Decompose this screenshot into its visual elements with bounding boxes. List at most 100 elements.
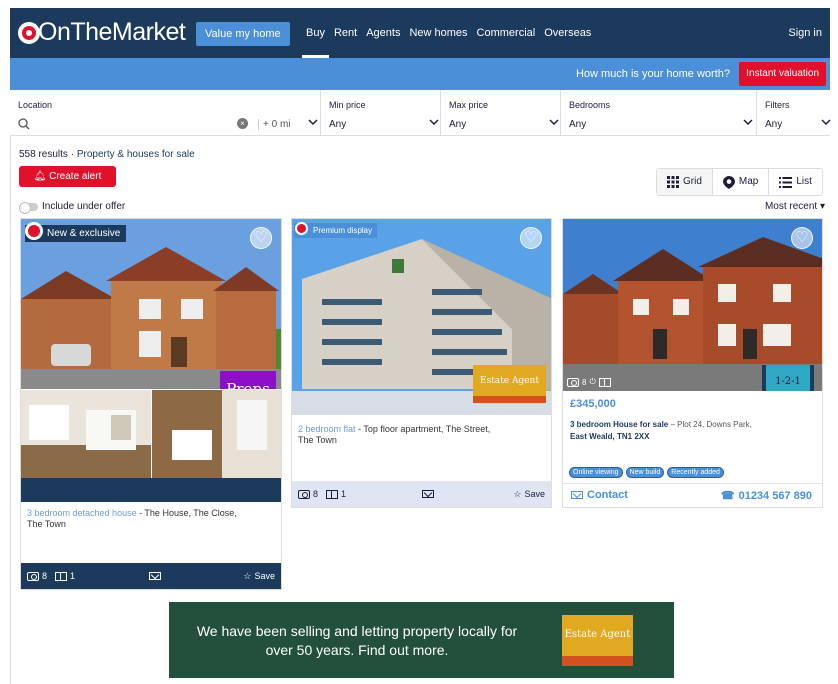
clear-location-icon[interactable]: × bbox=[237, 118, 248, 129]
agent-logo: Estate Agent bbox=[473, 365, 546, 403]
photo-count-value: 8 bbox=[313, 489, 319, 499]
site-header: OnTheMarket Value my home Buy Rent Agent… bbox=[10, 8, 830, 58]
filters-label: Filters bbox=[765, 100, 790, 110]
contact-button[interactable]: Contact bbox=[571, 489, 628, 501]
nav-rent[interactable]: Rent bbox=[334, 8, 357, 58]
card-footer: 8 1 ☆ Save bbox=[292, 481, 551, 507]
listing-description: 2 bedroom flat - Top floor apartment, Th… bbox=[298, 424, 546, 446]
results-count: 558 results bbox=[19, 149, 68, 160]
photo-count-value: 8 bbox=[42, 571, 48, 581]
tag-new-build: New build bbox=[625, 467, 665, 478]
more-filters[interactable]: Filters Any bbox=[756, 90, 831, 136]
favourite-heart-icon[interactable] bbox=[250, 227, 272, 249]
listing-title[interactable]: 3 bedroom House for sale bbox=[570, 420, 668, 429]
results-title: Property & houses for sale bbox=[76, 149, 195, 160]
location-label: Location bbox=[18, 100, 53, 110]
phone-link[interactable]: ☎︎ 01234 567 890 bbox=[720, 489, 812, 503]
sign-in-link[interactable]: Sign in bbox=[788, 8, 822, 58]
max-price-label: Max price bbox=[449, 100, 489, 110]
nav-overseas[interactable]: Overseas bbox=[544, 8, 591, 58]
toggle-switch[interactable] bbox=[19, 201, 38, 214]
chevron-down-icon bbox=[821, 119, 831, 126]
property-photo-main[interactable]: Premium display Estate Agent bbox=[292, 219, 551, 415]
bedrooms-label: Bedrooms bbox=[569, 100, 611, 110]
email-icon[interactable] bbox=[149, 572, 162, 580]
logo-text: OnTheMarket bbox=[38, 18, 186, 46]
min-price-value: Any bbox=[329, 119, 347, 130]
nav-new-homes[interactable]: New homes bbox=[409, 8, 467, 58]
tag-online-viewing: Online viewing bbox=[569, 467, 623, 478]
property-photo-bathroom[interactable] bbox=[152, 390, 281, 478]
agent-logo: 1-2-1 bbox=[762, 365, 814, 391]
results-separator: · bbox=[70, 149, 75, 160]
save-label: Save bbox=[254, 571, 275, 581]
email-icon bbox=[571, 491, 583, 499]
nav-buy[interactable]: Buy bbox=[302, 8, 329, 58]
radius-select[interactable]: + 0 mi bbox=[258, 119, 291, 130]
email-icon[interactable] bbox=[422, 490, 435, 498]
listing-title-link[interactable]: 2 bedroom flat bbox=[298, 424, 356, 434]
logo[interactable]: OnTheMarket bbox=[18, 18, 186, 47]
max-price-value: Any bbox=[449, 119, 467, 130]
logo-pin-icon bbox=[18, 21, 40, 44]
contact-label: Contact bbox=[587, 489, 628, 501]
listing-description: 3 bedroom House for sale – Plot 24, Down… bbox=[570, 419, 810, 443]
property-card[interactable]: 1-2-1 8 ⏻ £345,000 3 bedroom House for s… bbox=[562, 218, 823, 508]
property-photo-main[interactable]: 1-2-1 8 ⏻ bbox=[563, 219, 822, 391]
agent-logo: Props bbox=[220, 371, 276, 389]
nav-agents[interactable]: Agents bbox=[366, 8, 400, 58]
favourite-heart-icon[interactable] bbox=[520, 227, 542, 249]
map-view-tab[interactable]: Map bbox=[711, 169, 768, 195]
create-alert-button[interactable]: 🔔︎ Create alert bbox=[19, 166, 116, 187]
floorplan-count: 1 bbox=[55, 571, 75, 581]
property-card[interactable]: New & exclusive Props 3 bedroom detached… bbox=[20, 218, 282, 590]
property-photo-kitchen[interactable] bbox=[21, 390, 151, 478]
floorplan-icon bbox=[326, 489, 339, 499]
save-button[interactable]: ☆ Save bbox=[513, 489, 545, 500]
card-footer: Contact ☎︎ 01234 567 890 bbox=[563, 483, 822, 507]
property-card[interactable]: Premium display Estate Agent 2 bedroom f… bbox=[291, 218, 552, 508]
floorplan-icon bbox=[598, 377, 611, 387]
star-icon: ☆ bbox=[513, 488, 522, 499]
phone-icon: ☎︎ bbox=[720, 490, 735, 502]
listing-town: The Town bbox=[27, 519, 66, 529]
chevron-down-icon bbox=[308, 119, 318, 126]
view-switcher: Grid Map List bbox=[656, 168, 823, 196]
nav-commercial[interactable]: Commercial bbox=[477, 8, 536, 58]
listing-price: £345,000 bbox=[570, 398, 616, 410]
property-photo-main[interactable]: New & exclusive Props bbox=[21, 219, 281, 389]
under-offer-label: Include under offer bbox=[42, 201, 126, 212]
star-icon: ☆ bbox=[243, 570, 252, 581]
main-nav: Buy Rent Agents New homes Commercial Ove… bbox=[302, 8, 600, 58]
listing-title-link[interactable]: 3 bedroom detached house bbox=[27, 508, 137, 518]
instant-valuation-button[interactable]: Instant valuation bbox=[739, 62, 826, 86]
under-offer-toggle[interactable]: Include under offer bbox=[19, 201, 126, 214]
photo-count: 8 bbox=[27, 571, 47, 581]
promo-text: We have been selling and letting propert… bbox=[196, 623, 518, 658]
valuation-bar: How much is your home worth? Instant val… bbox=[10, 58, 830, 90]
floorplan-icon bbox=[55, 571, 68, 581]
agent-promo-banner[interactable]: We have been selling and letting propert… bbox=[169, 602, 674, 678]
save-button[interactable]: ☆ Save bbox=[243, 571, 275, 582]
map-pin-icon bbox=[722, 175, 735, 189]
favourite-heart-icon[interactable] bbox=[791, 227, 813, 249]
min-price-filter[interactable]: Min price Any bbox=[320, 90, 440, 136]
max-price-filter[interactable]: Max price Any bbox=[440, 90, 560, 136]
media-icons: 8 ⏻ bbox=[567, 377, 611, 387]
sort-select[interactable]: Most recent ▾ bbox=[765, 201, 825, 212]
frame-border bbox=[10, 136, 11, 684]
bedrooms-filter[interactable]: Bedrooms Any bbox=[560, 90, 756, 136]
listing-address: – Plot 24, Downs Park, bbox=[668, 420, 752, 429]
list-view-tab[interactable]: List bbox=[768, 169, 822, 195]
grid-view-tab[interactable]: Grid bbox=[657, 169, 712, 195]
value-my-home-button[interactable]: Value my home bbox=[196, 22, 290, 46]
list-icon bbox=[779, 176, 793, 188]
chevron-down-icon bbox=[743, 119, 753, 126]
badge-pin-icon bbox=[295, 222, 308, 235]
location-filter[interactable]: Location × + 0 mi bbox=[10, 90, 320, 136]
floorplan-count: 1 bbox=[326, 489, 346, 499]
camera-icon bbox=[298, 489, 310, 499]
listing-tags: Online viewing New build Recently added bbox=[569, 467, 724, 478]
virtual-tour-icon: ⏻ bbox=[589, 377, 596, 386]
map-label: Map bbox=[738, 176, 759, 187]
